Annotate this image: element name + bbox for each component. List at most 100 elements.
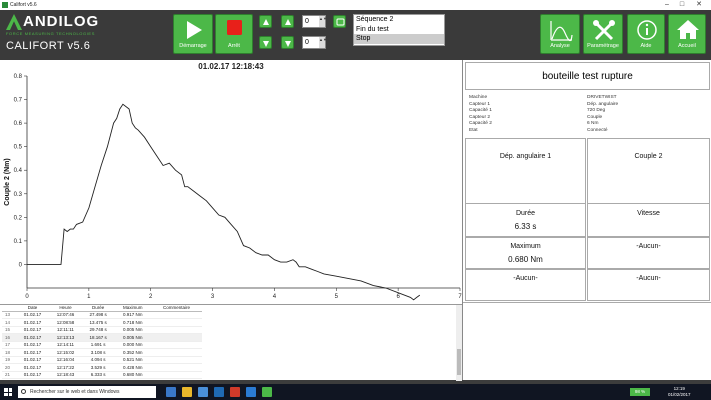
sequence-list[interactable]: Séquence 2 Fin du test Stop (353, 14, 445, 46)
sequence-item[interactable]: Fin du test (354, 25, 444, 35)
close-icon[interactable]: ✕ (692, 0, 706, 10)
row-number: 15 (2, 326, 16, 334)
table-cell: 27.498 s (81, 311, 115, 319)
sequence-item[interactable]: Séquence 2 (354, 15, 444, 25)
home-button[interactable]: Accueil (668, 14, 706, 54)
brand-name: ANDILOG (23, 13, 100, 30)
andilog-logo: ANDILOG FORCE MEASURING TECHNOLOGIES CAL… (6, 14, 106, 58)
minimize-icon[interactable]: – (660, 0, 674, 10)
arrow-down-icon (263, 41, 269, 47)
scrollbar-thumb[interactable] (457, 349, 461, 375)
settings-button[interactable]: Paramétrage (583, 14, 623, 54)
results-table-panel: Date Heure Durée Maximum Commentaire 13 0… (0, 304, 462, 381)
row-number: 17 (2, 341, 16, 349)
table-cell (151, 371, 202, 379)
califort-taskbar-icon[interactable] (262, 387, 272, 397)
info-value: 720 Deg (587, 108, 606, 113)
table-row[interactable]: 15 01.02.17 12:11:11 29.748 s 0.005 Nm (2, 326, 202, 334)
table-cell: 12:11:11 (48, 326, 82, 334)
word-icon[interactable] (246, 387, 256, 397)
clock-date: 01/02/2017 (668, 392, 691, 397)
analyse-label: Analyse (550, 43, 570, 49)
counter-top-field[interactable]: 0 ▲▼ (302, 15, 327, 28)
analyse-button[interactable]: Analyse (540, 14, 580, 54)
taskbar-search-field[interactable]: Rechercher sur le web et dans Windows (18, 386, 156, 398)
y-tick-label: 0.3 (14, 192, 23, 198)
search-icon (21, 389, 26, 394)
table-row[interactable]: 14 01.02.17 12:08:58 13.475 s 0.718 Nm (2, 318, 202, 327)
slot-label: -Aucun- (636, 275, 661, 282)
battery-indicator[interactable]: 98 % (630, 388, 650, 396)
start-button[interactable]: Démarrage (173, 14, 213, 54)
stop-button[interactable]: Arrêt (215, 14, 253, 54)
folder-icon[interactable] (182, 387, 192, 397)
spinner-icon[interactable]: ▲▼ (319, 37, 327, 48)
slot-cell-6[interactable]: -Aucun- (587, 269, 710, 301)
maximum-label: Maximum (510, 243, 541, 250)
x-tick-label: 6 (396, 294, 400, 300)
y-tick-label: 0.4 (14, 168, 23, 174)
outlook-icon[interactable] (214, 387, 224, 397)
windows-taskbar: Rechercher sur le web et dans Windows 98… (0, 384, 711, 400)
table-row[interactable]: 18 01.02.17 12:15:02 3.108 s 0.352 Nm (2, 348, 202, 357)
table-cell: 12:17:22 (48, 363, 82, 372)
table-row[interactable]: 13 01.02.17 12:07:46 27.498 s 0.917 Nm (2, 311, 202, 319)
taskbar-clock[interactable]: 12:19 01/02/2017 (668, 386, 691, 398)
table-cell: 01.02.17 (16, 356, 49, 364)
table-cell (151, 333, 202, 342)
step-up-button[interactable] (281, 15, 294, 28)
table-row[interactable]: 20 01.02.17 12:17:22 3.529 s 0.428 Nm (2, 363, 202, 372)
table-cell (151, 363, 202, 372)
help-button[interactable]: Aide (627, 14, 665, 54)
table-cell (151, 318, 202, 327)
table-cell: 6.333 s (81, 371, 115, 379)
table-row[interactable]: 17 01.02.17 12:14:11 1.691 s 0.000 Nm (2, 341, 202, 349)
table-row[interactable]: 16 01.02.17 12:13:13 18.167 s 0.005 Nm (2, 333, 202, 342)
sequence-down-button[interactable] (259, 36, 272, 49)
maximize-icon[interactable]: □ (675, 0, 689, 10)
info-key: Machine (469, 95, 488, 100)
windows-start-icon[interactable] (4, 388, 12, 396)
x-tick-label: 0 (25, 294, 29, 300)
table-cell: 18.167 s (81, 333, 115, 342)
table-cell: 0.428 Nm (114, 363, 152, 372)
table-cell: 01.02.17 (16, 363, 49, 372)
brand-tagline: FORCE MEASURING TECHNOLOGIES (6, 31, 95, 36)
maximum-cell[interactable]: Maximum 0.680 Nm (465, 237, 586, 269)
sequence-item-selected[interactable]: Stop (354, 34, 444, 44)
machine-info: Machine DRIVETWIST Capteur 1 Dép. angulaire… (465, 93, 710, 138)
tools-icon (593, 20, 615, 41)
table-scrollbar[interactable] (456, 305, 462, 381)
duration-cell[interactable]: Durée 6.33 s (465, 203, 586, 237)
edge-icon[interactable] (166, 387, 176, 397)
home-icon (677, 20, 699, 39)
row-number: 19 (2, 356, 16, 364)
slot-cell-5[interactable]: -Aucun- (465, 269, 586, 301)
curve-analysis-icon (550, 21, 573, 42)
info-key: Capteur 2 (469, 114, 491, 120)
arrow-up-icon (263, 19, 269, 25)
toggle-button[interactable] (333, 15, 346, 28)
sequence-up-button[interactable] (259, 15, 272, 28)
app-icon (2, 2, 8, 8)
counter-bottom-field[interactable]: 0 ▲▼ (302, 36, 327, 49)
y-tick-label: 0 (19, 262, 23, 268)
step-down-button[interactable] (281, 36, 294, 49)
info-key: Capacité 1 (469, 108, 492, 113)
table-cell: 0.005 Nm (114, 326, 152, 334)
table-cell: 01.02.17 (16, 318, 49, 327)
store-icon[interactable] (198, 387, 208, 397)
table-row[interactable]: 19 01.02.17 12:16:04 4.094 s 0.521 Nm (2, 356, 202, 364)
table-row[interactable]: 21 01.02.17 12:18:43 6.333 s 0.680 Nm (2, 371, 202, 379)
spinner-icon[interactable]: ▲▼ (319, 16, 327, 27)
torque-chart[interactable]: 0123456700.10.20.30.40.50.60.70.8Temps [… (0, 60, 462, 302)
speed-cell[interactable]: Vitesse (587, 203, 710, 237)
toggle-square-icon (336, 18, 345, 26)
slot-cell-4[interactable]: -Aucun- (587, 237, 710, 269)
channel-2-label: Couple 2 (634, 153, 663, 160)
table-cell: 0.000 Nm (114, 341, 152, 349)
pdf-icon[interactable] (230, 387, 240, 397)
info-value: Connecté (587, 127, 608, 133)
info-icon (637, 20, 657, 40)
table-cell (151, 326, 202, 334)
